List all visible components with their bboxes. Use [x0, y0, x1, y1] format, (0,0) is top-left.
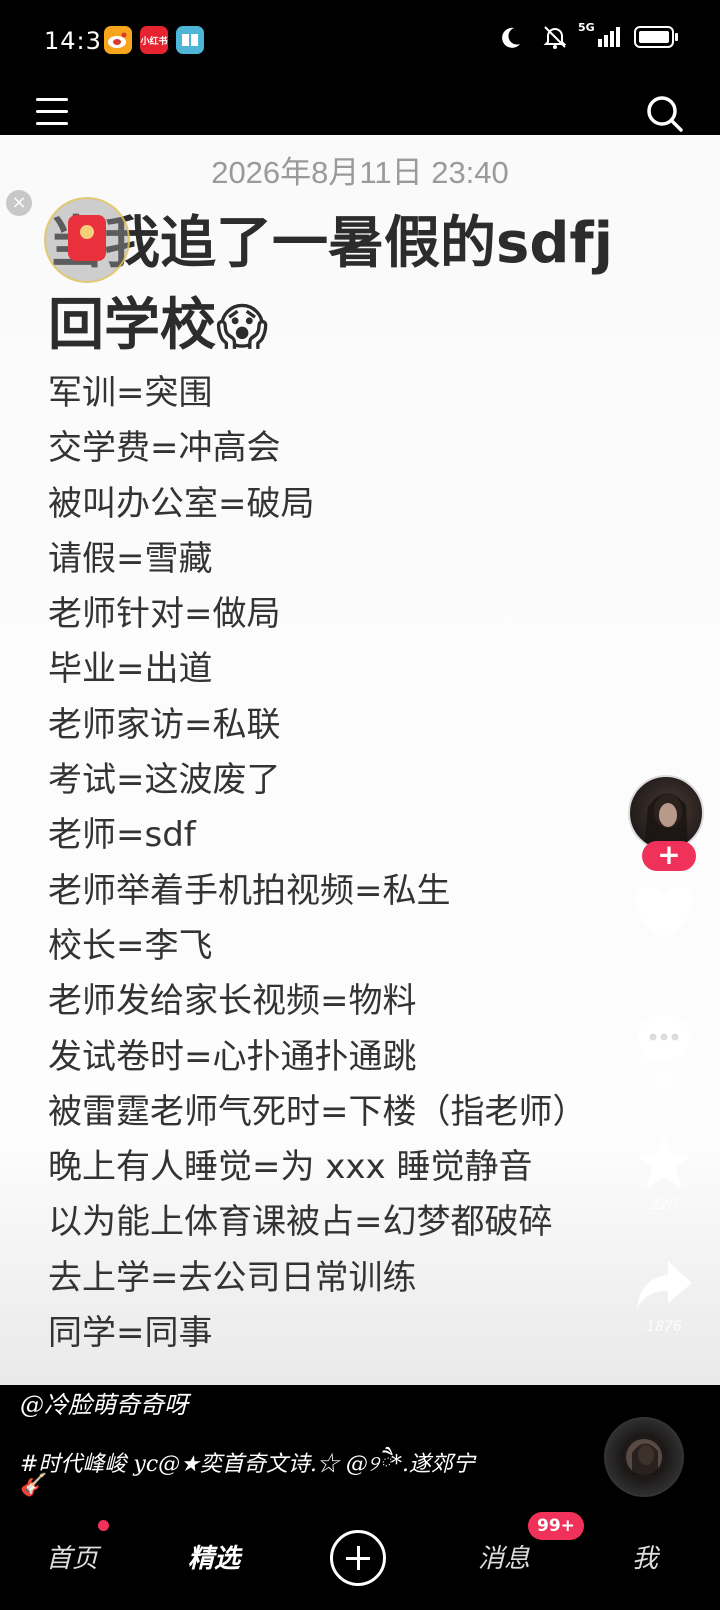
battery-icon	[634, 26, 678, 48]
nav-featured[interactable]: 精选	[188, 1538, 240, 1575]
post-lines: 军训=突围交学费=冲高会 被叫办公室=破局 请假=雪藏老师针对=做局 毕业=出道老师家…	[48, 366, 587, 1361]
bottom-navigation: 首页 精选 消息 99+ 我	[0, 1512, 720, 1586]
post-line: 考试=这波废了	[48, 760, 281, 801]
status-bar: 14:31 小红书 5G	[0, 0, 720, 85]
post-title-line-2: 回学校😱	[48, 285, 678, 368]
music-disc-icon[interactable]	[604, 1417, 684, 1497]
post-image[interactable]: 2026年8月11日 23:40 当我追了一暑假的sdfj 回学校😱 军训=突围…	[0, 135, 720, 1385]
post-title: 当我追了一暑假的sdfj 回学校😱	[48, 203, 678, 368]
signal-icon: 5G	[578, 21, 620, 47]
like-button[interactable]: 2676	[624, 886, 704, 965]
guitar-emoji: 🎸	[20, 1473, 48, 1498]
post-line: 老师=sdf	[48, 815, 196, 856]
favorite-button[interactable]: 220	[624, 1133, 704, 1213]
moon-icon	[502, 27, 520, 48]
post-line: 交学费=冲高会	[48, 428, 281, 469]
comment-count: 63	[655, 1073, 673, 1089]
menu-icon[interactable]	[36, 98, 68, 126]
weibo-icon	[104, 26, 132, 54]
network-label: 5G	[578, 21, 595, 34]
post-line: 晚上有人睡觉=为 xxx 睡觉静音	[48, 1147, 533, 1188]
close-icon[interactable]: ×	[6, 190, 32, 216]
share-count: 1876	[646, 1319, 682, 1335]
nav-me[interactable]: 我	[632, 1538, 658, 1575]
search-icon[interactable]	[646, 95, 684, 133]
post-line: 请假=雪藏	[48, 538, 213, 579]
author-name[interactable]: @冷脸萌奇奇呀	[20, 1385, 188, 1420]
bottom-area: @冷脸萌奇奇呀 #时代峰峻 yc@★奕首奇文诗.☆ @୨ཻ*.遂郊宁 🎸 首页 …	[0, 1385, 720, 1610]
screaming-face-emoji: 😱	[216, 298, 269, 356]
share-arrow-icon	[637, 1261, 692, 1309]
like-count: 2676	[646, 949, 682, 965]
status-indicators: 5G	[502, 21, 680, 50]
top-bar	[0, 85, 720, 135]
favorite-count: 220	[650, 1197, 678, 1213]
notification-app-icons: 小红书	[104, 26, 204, 54]
post-line: 校长=李飞	[48, 925, 213, 966]
post-line: 去上学=去公司日常训练	[48, 1257, 417, 1298]
post-line: 老师举着手机拍视频=私生	[48, 870, 451, 911]
share-button[interactable]: 1876	[624, 1257, 704, 1335]
post-line: 同学=同事	[48, 1313, 213, 1354]
post-line: 被叫办公室=破局	[48, 483, 315, 524]
post-line: 毕业=出道	[48, 649, 213, 690]
red-packet-icon[interactable]	[44, 197, 130, 283]
home-notification-dot	[98, 1520, 109, 1531]
post-line: 发试卷时=心扑通扑通跳	[48, 1036, 417, 1077]
comment-icon	[638, 1015, 690, 1063]
post-title-line-2-text: 回学校	[48, 293, 216, 358]
heart-icon	[635, 886, 693, 939]
nav-messages[interactable]: 消息	[478, 1538, 530, 1575]
video-description[interactable]: #时代峰峻 yc@★奕首奇文诗.☆ @୨ཻ*.遂郊宁	[20, 1439, 475, 1501]
messages-badge: 99+	[528, 1512, 584, 1540]
post-line: 老师发给家长视频=物料	[48, 981, 417, 1022]
comment-button[interactable]: 63	[624, 1011, 704, 1089]
post-line: 老师家访=私联	[48, 704, 281, 745]
nav-home[interactable]: 首页	[46, 1538, 98, 1575]
post-line: 以为能上体育课被占=幻梦都破碎	[48, 1202, 553, 1243]
post-date: 2026年8月11日 23:40	[211, 155, 509, 190]
post-line: 被雷霆老师气死时=下楼（指老师）	[48, 1091, 587, 1132]
mute-bell-icon	[543, 26, 567, 49]
star-icon	[636, 1135, 692, 1188]
reader-icon	[176, 26, 204, 54]
add-button[interactable]	[330, 1530, 386, 1586]
post-title-line-1: 当我追了一暑假的sdfj	[48, 211, 613, 276]
post-line: 老师针对=做局	[48, 594, 281, 635]
post-line: 军训=突围	[48, 373, 213, 413]
follow-button[interactable]: +	[642, 841, 696, 871]
xiaohongshu-icon: 小红书	[140, 26, 168, 54]
